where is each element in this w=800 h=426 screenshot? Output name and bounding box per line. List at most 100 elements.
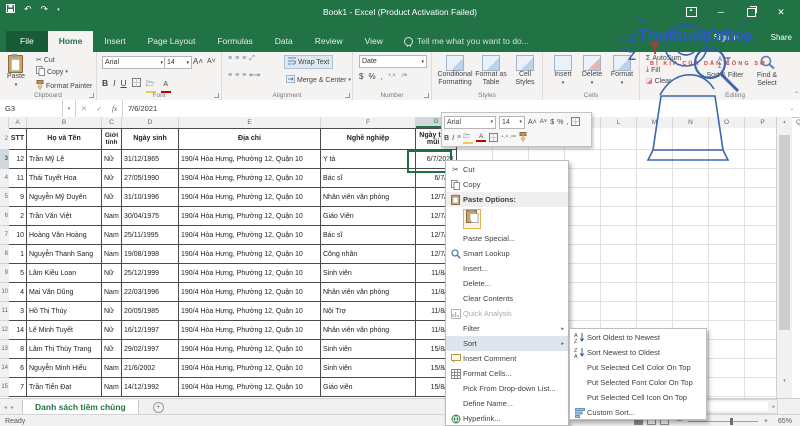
cell[interactable]: Trần Văn Việt bbox=[27, 207, 102, 226]
currency-icon[interactable]: $ bbox=[359, 72, 363, 81]
number-launcher-icon[interactable] bbox=[424, 93, 429, 98]
cell[interactable]: 5 bbox=[9, 264, 27, 283]
cell[interactable]: 25/12/1999 bbox=[122, 264, 179, 283]
align-bottom-icon[interactable]: ≡ bbox=[242, 55, 246, 62]
align-left-icon[interactable]: ≡ bbox=[228, 72, 232, 79]
cell[interactable]: Hoàng Văn Hoàng bbox=[27, 226, 102, 245]
format-as-table-button[interactable]: Format as Table bbox=[472, 54, 510, 88]
mini-borders-icon[interactable] bbox=[489, 132, 499, 144]
mini-font-color-icon[interactable]: A bbox=[476, 134, 487, 142]
tell-me-box[interactable]: Tell me what you want to do... bbox=[394, 31, 539, 52]
name-box[interactable]: G3 bbox=[0, 100, 63, 117]
mini-align-icon[interactable]: ≡ bbox=[457, 134, 461, 141]
cell[interactable]: Trần Mỹ Lệ bbox=[27, 150, 102, 169]
menu-item-paste-special[interactable]: Paste Special... bbox=[446, 231, 568, 246]
paste-option-button[interactable] bbox=[463, 209, 481, 229]
header-cell-a-ch[interactable]: Địa chỉ bbox=[179, 128, 321, 150]
cell[interactable]: Mai Văn Dũng bbox=[27, 283, 102, 302]
cell[interactable]: 190/4 Hòa Hưng, Phường 12, Quận 10 bbox=[179, 378, 321, 397]
cell[interactable]: 31/12/1865 bbox=[122, 150, 179, 169]
cell[interactable]: 190/4 Hòa Hưng, Phường 12, Quận 10 bbox=[179, 340, 321, 359]
cell[interactable]: Nhân viên văn phòng bbox=[321, 321, 416, 340]
header-cell-ngh-nghi-p[interactable]: Nghề nghiệp bbox=[321, 128, 416, 150]
cell[interactable]: Nam bbox=[102, 226, 122, 245]
cell[interactable]: Nữ bbox=[102, 150, 122, 169]
header-cell-h-v-t-n[interactable]: Họ và Tên bbox=[27, 128, 102, 150]
cell[interactable]: Y tá bbox=[321, 150, 416, 169]
merge-center-button[interactable]: Merge & Center ▾ bbox=[284, 74, 353, 86]
decrease-decimal-icon[interactable]: ·⁰⁰ bbox=[400, 73, 407, 80]
increase-decimal-icon[interactable]: ⁺·⁰ bbox=[388, 73, 396, 80]
zoom-slider[interactable] bbox=[687, 417, 758, 425]
cell[interactable]: 190/4 Hòa Hưng, Phường 12, Quận 10 bbox=[179, 226, 321, 245]
mini-bold-icon[interactable]: B bbox=[444, 135, 449, 142]
clipboard-launcher-icon[interactable] bbox=[89, 93, 94, 98]
orientation-icon[interactable]: ⤢ bbox=[249, 55, 255, 62]
cell[interactable]: Giáo viên bbox=[321, 378, 416, 397]
menu-item-insert[interactable]: Insert... bbox=[446, 261, 568, 276]
header-cell-stt[interactable]: STT bbox=[9, 128, 27, 150]
tab-home[interactable]: Home bbox=[47, 31, 94, 52]
menu-item-clear-contents[interactable]: Clear Contents bbox=[446, 291, 568, 306]
font-name-combo[interactable]: Arial ▾ bbox=[102, 56, 166, 69]
menu-item-hyperlink[interactable]: Hyperlink... bbox=[446, 411, 568, 426]
row-header-12[interactable]: 12 bbox=[0, 321, 9, 340]
menu-item-format-cells[interactable]: Format Cells... bbox=[446, 366, 568, 381]
cell[interactable]: Sinh viên bbox=[321, 340, 416, 359]
cell[interactable]: 190/4 Hòa Hưng, Phường 12, Quận 10 bbox=[179, 264, 321, 283]
cell[interactable]: Công nhân bbox=[321, 245, 416, 264]
align-top-icon[interactable]: ≡ bbox=[228, 55, 232, 62]
submenu-item-put-selected-cell-color-on-top[interactable]: Put Selected Cell Color On Top bbox=[570, 360, 706, 375]
cell[interactable]: 25/11/1995 bbox=[122, 226, 179, 245]
mini-italic-icon[interactable]: I bbox=[452, 135, 454, 142]
cell[interactable]: 1 bbox=[9, 245, 27, 264]
cell[interactable]: 190/4 Hòa Hưng, Phường 12, Quận 10 bbox=[179, 188, 321, 207]
borders-icon[interactable] bbox=[131, 74, 141, 92]
format-painter-button[interactable]: Format Painter bbox=[34, 79, 94, 93]
cell[interactable]: Nhân viên văn phòng bbox=[321, 188, 416, 207]
mini-fill-color-icon[interactable]: 🗁 bbox=[463, 132, 474, 144]
fx-icon[interactable]: fx bbox=[112, 105, 117, 113]
tab-review[interactable]: Review bbox=[304, 31, 354, 52]
cell[interactable]: Nam bbox=[102, 378, 122, 397]
cell[interactable]: Lê Minh Tuyết bbox=[27, 321, 102, 340]
cell[interactable]: 190/4 Hòa Hưng, Phường 12, Quận 10 bbox=[179, 207, 321, 226]
header-cell-gi-i-t-nh[interactable]: Giới tính bbox=[102, 128, 122, 150]
conditional-formatting-button[interactable]: Conditional Formatting bbox=[434, 54, 476, 88]
cell[interactable]: 10 bbox=[9, 226, 27, 245]
row-header-7[interactable]: 7 bbox=[0, 226, 9, 245]
cell[interactable]: Nữ bbox=[102, 302, 122, 321]
row-header-11[interactable]: 11 bbox=[0, 302, 9, 321]
cell[interactable]: 14/12/1992 bbox=[122, 378, 179, 397]
cell-styles-button[interactable]: Cell Styles bbox=[506, 54, 544, 88]
alignment-launcher-icon[interactable] bbox=[345, 93, 350, 98]
cell[interactable]: 22/03/1996 bbox=[122, 283, 179, 302]
name-box-dropdown-icon[interactable]: ▾ bbox=[63, 100, 76, 117]
cell[interactable]: Nội Trợ bbox=[321, 302, 416, 321]
mini-shrink-font-icon[interactable]: A˅ bbox=[540, 119, 548, 125]
cell[interactable]: 11 bbox=[9, 169, 27, 188]
font-launcher-icon[interactable] bbox=[214, 93, 219, 98]
tab-page-layout[interactable]: Page Layout bbox=[137, 31, 207, 52]
select-all-corner[interactable] bbox=[0, 117, 9, 128]
insert-cells-button[interactable]: Insert ▾ bbox=[547, 54, 579, 88]
number-format-combo[interactable]: Date ▾ bbox=[359, 55, 427, 68]
cell[interactable]: 8 bbox=[9, 340, 27, 359]
cell[interactable]: Nam bbox=[102, 359, 122, 378]
tab-view[interactable]: View bbox=[354, 31, 394, 52]
grow-font-icon[interactable]: A˄ bbox=[191, 56, 205, 67]
cell[interactable]: 12 bbox=[9, 150, 27, 169]
menu-item-smart-lookup[interactable]: Smart Lookup bbox=[446, 246, 568, 261]
cell[interactable]: 19/08/1998 bbox=[122, 245, 179, 264]
mini-percent-icon[interactable]: % bbox=[557, 119, 563, 126]
menu-item-insert-comment[interactable]: Insert Comment bbox=[446, 351, 568, 366]
wrap-text-button[interactable]: Wrap Text bbox=[284, 55, 334, 69]
cell[interactable]: 190/4 Hòa Hưng, Phường 12, Quận 10 bbox=[179, 245, 321, 264]
row-header-6[interactable]: 6 bbox=[0, 207, 9, 226]
cell[interactable]: Trần Tiến Đạt bbox=[27, 378, 102, 397]
cell[interactable]: Giáo Viên bbox=[321, 207, 416, 226]
cell[interactable]: 21/6/2002 bbox=[122, 359, 179, 378]
row-header-8[interactable]: 8 bbox=[0, 245, 9, 264]
cell[interactable]: Nam bbox=[102, 207, 122, 226]
row-header-15[interactable]: 15 bbox=[0, 378, 9, 397]
